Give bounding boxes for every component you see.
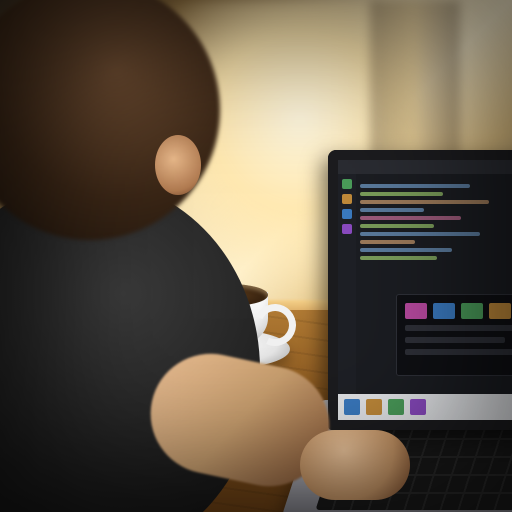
ide-panel [396, 294, 512, 376]
person-hand [300, 430, 410, 500]
code-line [360, 248, 452, 252]
ide-titlebar [338, 160, 512, 174]
taskbar-icon [388, 399, 404, 415]
panel-row [405, 325, 512, 331]
taskbar-icon [344, 399, 360, 415]
code-line [360, 192, 443, 196]
code-line [360, 184, 470, 188]
person-ear [155, 135, 201, 195]
code-line [360, 216, 461, 220]
color-swatch [489, 303, 511, 319]
code-line [360, 256, 437, 260]
branch-icon [342, 209, 352, 219]
color-swatch [461, 303, 483, 319]
ide-taskbar [338, 394, 512, 420]
code-line [360, 232, 480, 236]
file-icon [342, 179, 352, 189]
panel-row [405, 349, 512, 355]
laptop-screen [328, 150, 512, 430]
color-swatch [405, 303, 427, 319]
code-line [360, 240, 415, 244]
extensions-icon [342, 224, 352, 234]
taskbar-icon [366, 399, 382, 415]
code-line [360, 208, 424, 212]
code-line [360, 224, 434, 228]
screen-content [338, 160, 512, 420]
taskbar-icon [410, 399, 426, 415]
color-swatch [433, 303, 455, 319]
ide-activity-bar [338, 174, 356, 394]
panel-row [405, 337, 505, 343]
search-icon [342, 194, 352, 204]
code-line [360, 200, 489, 204]
ide-editor-area [356, 174, 512, 394]
photo-scene [0, 0, 512, 512]
